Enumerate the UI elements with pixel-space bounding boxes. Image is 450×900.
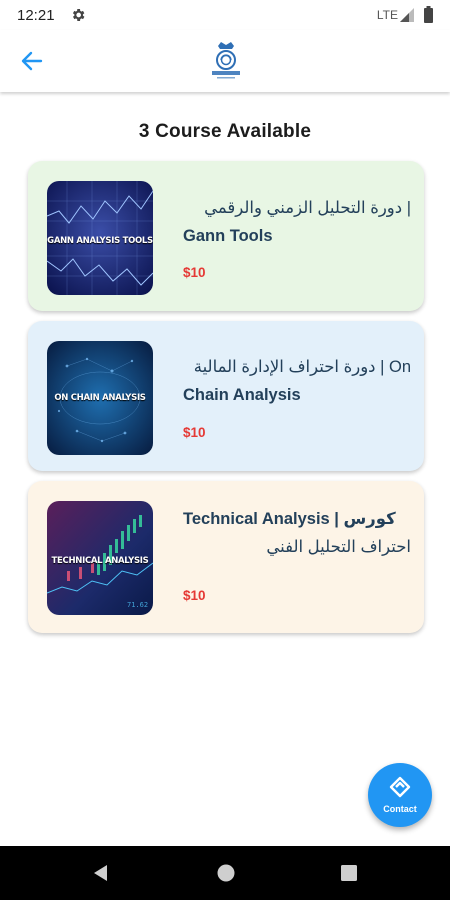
network-type: LTE xyxy=(376,8,398,22)
nav-back-icon[interactable] xyxy=(91,863,111,883)
back-arrow-icon[interactable] xyxy=(14,44,50,78)
course-title: | دورة التحليل الزمني والرقمي Gann Tools xyxy=(183,194,411,250)
course-title: Technical Analysis | كورس احتراف التحليل… xyxy=(183,505,411,561)
course-price: $10 xyxy=(183,265,206,280)
course-price: $10 xyxy=(183,425,206,440)
course-card-on-chain[interactable]: ON CHAIN ANALYSIS On | دورة احتراف الإدا… xyxy=(28,321,424,471)
logo-crest-icon xyxy=(212,42,240,79)
system-nav-bar xyxy=(0,846,450,900)
status-bar: 12:21 LTE xyxy=(0,0,450,30)
course-title-line: Gann Tools xyxy=(183,227,273,245)
app-bar xyxy=(0,30,450,92)
course-price: $10 xyxy=(183,588,206,603)
contact-label: Contact xyxy=(383,804,417,814)
course-list: GANN ANALYSIS TOOLS | دورة التحليل الزمن… xyxy=(28,161,424,643)
course-thumbnail: 71.62 TECHNICAL ANALYSIS xyxy=(47,501,153,615)
gear-icon xyxy=(72,9,85,21)
course-card-gann[interactable]: GANN ANALYSIS TOOLS | دورة التحليل الزمن… xyxy=(28,161,424,311)
course-title-line: Technical Analysis | كورس xyxy=(183,510,396,528)
course-title-line: احتراف التحليل الفني xyxy=(266,538,411,556)
course-card-technical[interactable]: 71.62 TECHNICAL ANALYSIS Technical Analy… xyxy=(28,481,424,633)
thumbnail-label: TECHNICAL ANALYSIS xyxy=(51,556,149,566)
course-thumbnail: GANN ANALYSIS TOOLS xyxy=(47,181,153,295)
thumbnail-label: GANN ANALYSIS TOOLS xyxy=(47,236,153,246)
course-thumbnail: ON CHAIN ANALYSIS xyxy=(47,341,153,455)
page-title: 3 Course Available xyxy=(138,121,312,142)
nav-recents-icon[interactable] xyxy=(340,864,358,882)
course-title-line: | دورة التحليل الزمني والرقمي xyxy=(204,199,411,217)
signal-icon xyxy=(400,8,414,22)
course-title-line: On | دورة احتراف الإدارة المالية xyxy=(193,358,411,376)
thumbnail-label: ON CHAIN ANALYSIS xyxy=(54,393,146,403)
handshake-icon xyxy=(389,776,411,798)
contact-button[interactable]: Contact xyxy=(368,763,432,827)
battery-icon xyxy=(424,6,433,23)
svg-text:71.62: 71.62 xyxy=(127,601,148,609)
status-time: 12:21 xyxy=(17,7,55,24)
course-title: On | دورة احتراف الإدارة المالية Chain A… xyxy=(183,353,411,409)
nav-home-icon[interactable] xyxy=(216,863,236,883)
course-title-line: Chain Analysis xyxy=(183,386,301,404)
